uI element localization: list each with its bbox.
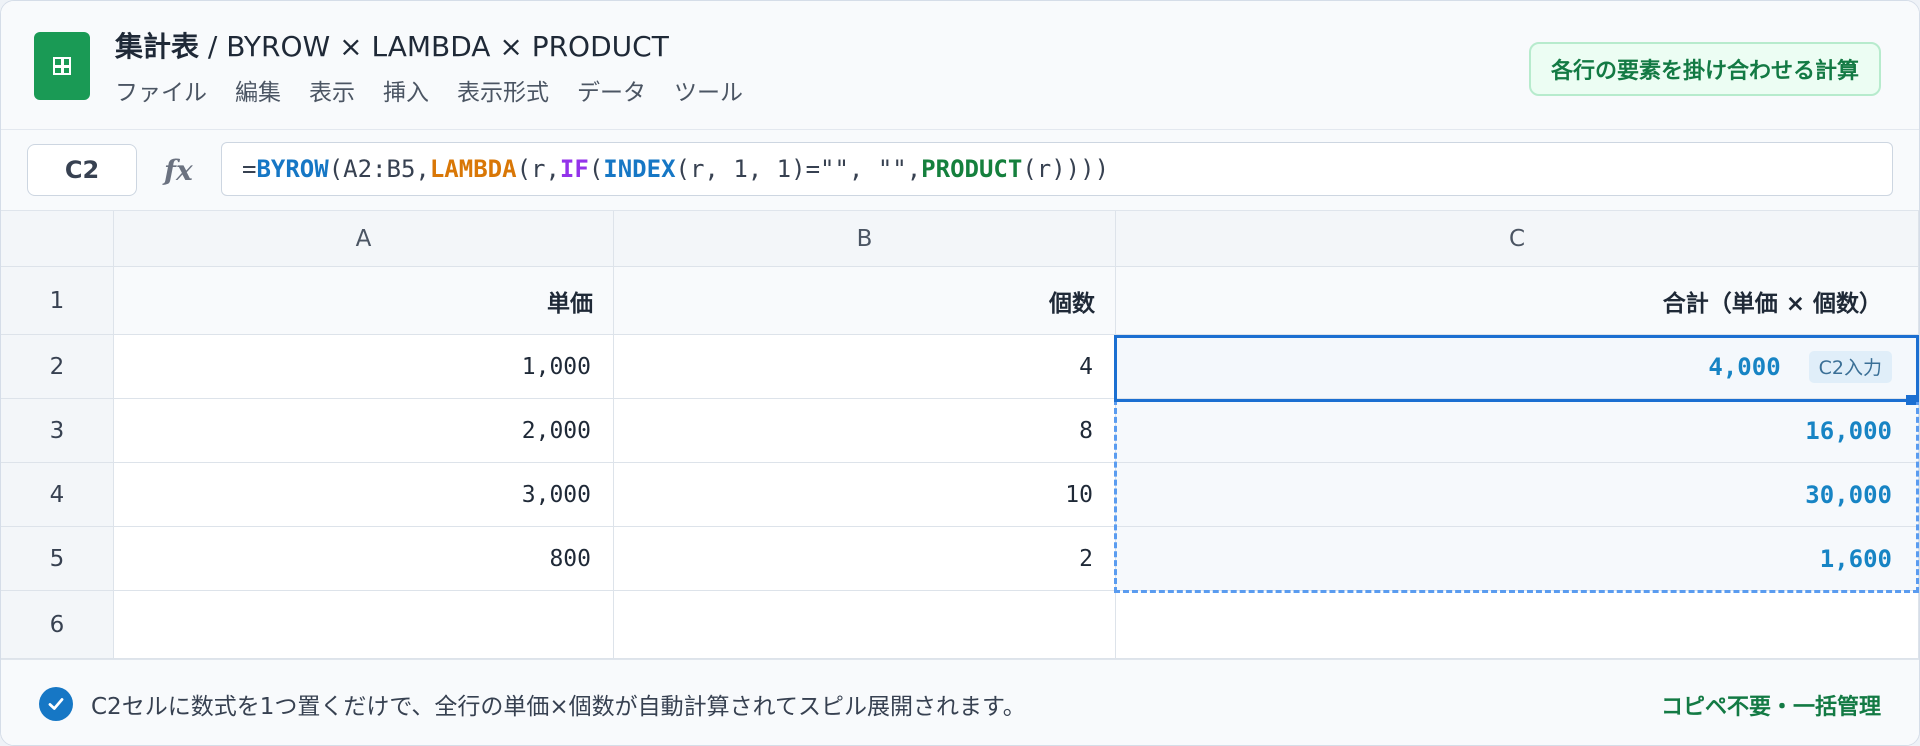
row-header-5[interactable]: 5: [1, 527, 114, 591]
formula-input[interactable]: = BYROW (A2:B5, LAMBDA (r, IF(INDEX (r, 1, 1)=…: [221, 142, 1893, 196]
row-header-1[interactable]: 1: [1, 267, 114, 335]
cell-b2[interactable]: 4: [614, 335, 1116, 399]
row-header-2[interactable]: 2: [1, 335, 114, 399]
row-header-4[interactable]: 4: [1, 463, 114, 527]
cell-b3[interactable]: 8: [614, 399, 1116, 463]
row-header-3[interactable]: 3: [1, 399, 114, 463]
cell-c1[interactable]: 合計（単価 × 個数）: [1116, 267, 1919, 335]
grid-icon: [53, 57, 71, 75]
cell-b1[interactable]: 個数: [614, 267, 1116, 335]
sheets-app-icon[interactable]: [34, 32, 90, 100]
menu-file[interactable]: ファイル: [115, 73, 207, 107]
menu-bar: ファイル 編集 表示 挿入 表示形式 データ ツール: [115, 73, 743, 107]
cell-a6[interactable]: [114, 591, 614, 659]
cell-b4[interactable]: 10: [614, 463, 1116, 527]
cell-a4[interactable]: 3,000: [114, 463, 614, 527]
cell-a3[interactable]: 2,000: [114, 399, 614, 463]
title-subtitle: / BYROW × LAMBDA × PRODUCT: [199, 30, 669, 63]
active-cell-outline: [1114, 335, 1919, 402]
title-main: 集計表: [115, 30, 200, 63]
document-title[interactable]: 集計表 / BYROW × LAMBDA × PRODUCT: [115, 25, 669, 65]
spill-range-outline: [1114, 399, 1919, 593]
cell-a1[interactable]: 単価: [114, 267, 614, 335]
formula-part: =: [242, 155, 257, 183]
cell-b5[interactable]: 2: [614, 527, 1116, 591]
formula-fn-product: PRODUCT: [921, 155, 1023, 183]
app-header: 集計表 / BYROW × LAMBDA × PRODUCT ファイル 編集 表…: [1, 1, 1919, 130]
formula-fn-lambda: LAMBDA: [429, 155, 517, 183]
menu-insert[interactable]: 挿入: [383, 73, 429, 107]
formula-fn-index: INDEX: [603, 155, 676, 183]
column-header-c[interactable]: C: [1116, 211, 1919, 267]
formula-fn-byrow: BYROW: [256, 155, 329, 183]
formula-part: (r, 1, 1)="", "",: [675, 155, 922, 183]
cell-b6[interactable]: [614, 591, 1116, 659]
select-all-corner[interactable]: [1, 211, 114, 267]
formula-bar: C2 fx = BYROW (A2:B5, LAMBDA (r, IF(INDEX (r, …: [1, 130, 1919, 211]
check-icon: [39, 687, 73, 721]
cell-a2[interactable]: 1,000: [114, 335, 614, 399]
menu-tools[interactable]: ツール: [674, 73, 743, 107]
menu-format[interactable]: 表示形式: [457, 73, 549, 107]
formula-part: (r)))): [1022, 155, 1110, 183]
footer-message: C2セルに数式を1つ置くだけで、全行の単価×個数が自動計算されてスピル展開されま…: [91, 694, 1026, 720]
formula-part: (A2:B5,: [328, 155, 430, 183]
sheet-grid: A B C 1 単価 個数 合計（単価 × 個数） 2 1,000 4 4,00…: [1, 211, 1919, 659]
column-header-a[interactable]: A: [114, 211, 614, 267]
menu-edit[interactable]: 編集: [235, 73, 281, 107]
status-footer: C2セルに数式を1つ置くだけで、全行の単価×個数が自動計算されてスピル展開されま…: [1, 659, 1919, 745]
fill-handle[interactable]: [1906, 395, 1916, 405]
formula-part: (r,: [516, 155, 560, 183]
footer-tagline: コピペ不要・一括管理: [1660, 695, 1881, 720]
column-header-b[interactable]: B: [614, 211, 1116, 267]
formula-fn-if: IF: [559, 155, 589, 183]
menu-view[interactable]: 表示: [309, 73, 355, 107]
row-header-6[interactable]: 6: [1, 591, 114, 659]
menu-data[interactable]: データ: [577, 73, 646, 107]
description-badge: 各行の要素を掛け合わせる計算: [1528, 42, 1881, 96]
fx-icon: fx: [164, 154, 193, 187]
cell-c6[interactable]: [1116, 591, 1919, 659]
name-box[interactable]: C2: [27, 144, 137, 196]
cell-a5[interactable]: 800: [114, 527, 614, 591]
spreadsheet-window: 集計表 / BYROW × LAMBDA × PRODUCT ファイル 編集 表…: [0, 0, 1920, 746]
formula-part: (: [588, 155, 604, 183]
